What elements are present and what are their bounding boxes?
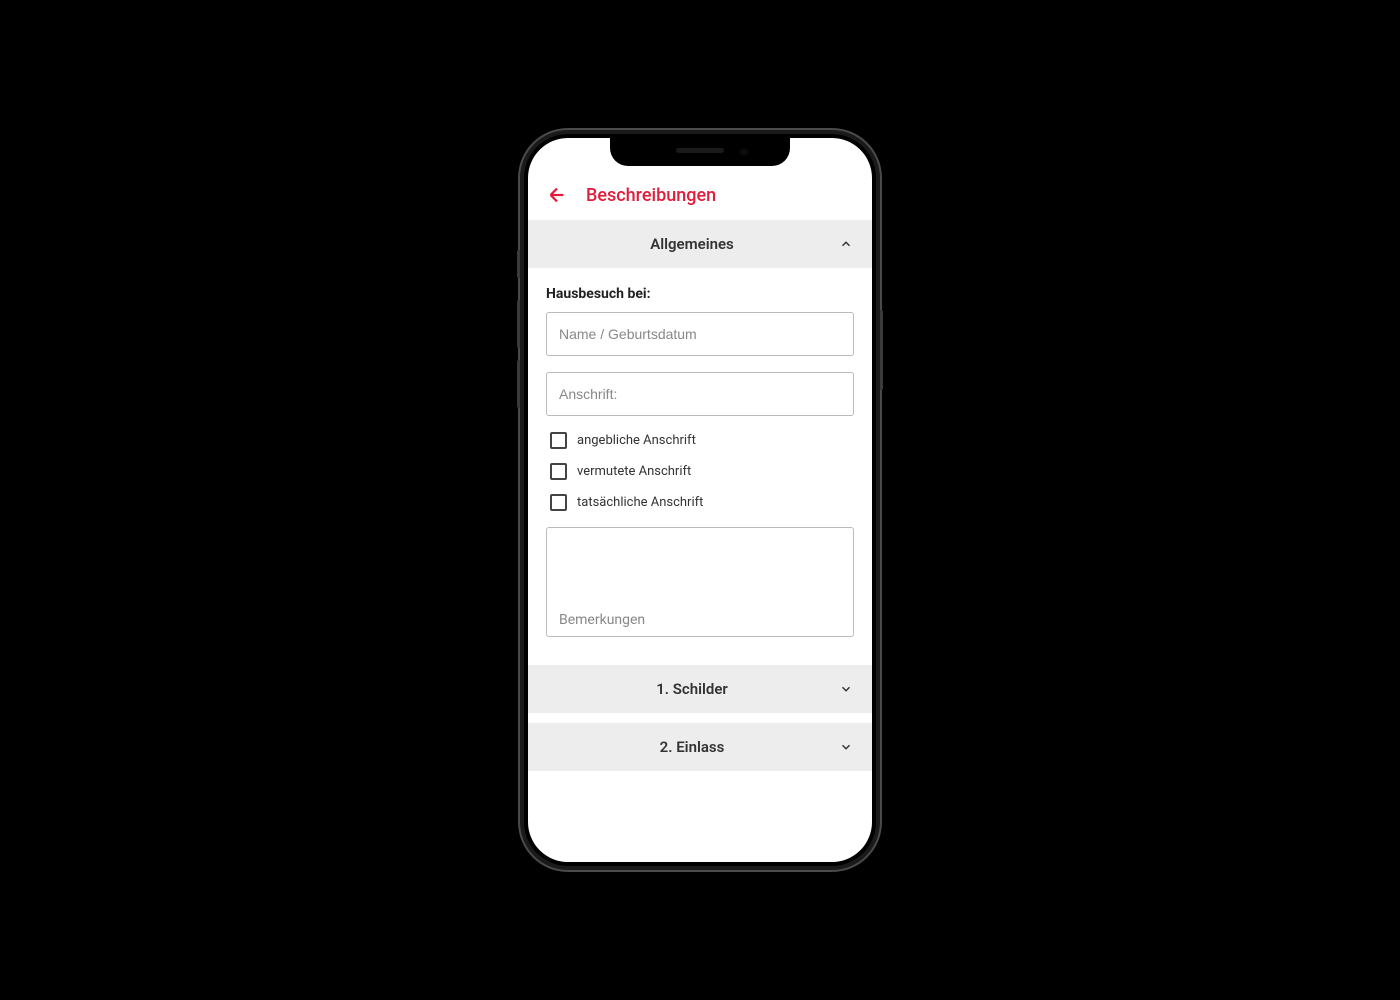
section-divider xyxy=(528,655,872,665)
checkbox-icon xyxy=(550,494,567,511)
checkbox-alleged-address[interactable]: angebliche Anschrift xyxy=(550,432,854,449)
section-einlass-header[interactable]: 2. Einlass xyxy=(528,723,872,771)
checkbox-suspected-address[interactable]: vermutete Anschrift xyxy=(550,463,854,480)
address-type-group: angebliche Anschrift vermutete Anschrift… xyxy=(546,432,854,511)
mute-switch xyxy=(517,250,520,278)
section-divider xyxy=(528,713,872,723)
remarks-placeholder: Bemerkungen xyxy=(559,612,645,628)
app-content: Beschreibungen Allgemeines xyxy=(528,138,872,862)
section-title: Allgemeines xyxy=(546,235,838,253)
checkbox-actual-address[interactable]: tatsächliche Anschrift xyxy=(550,494,854,511)
checkbox-icon xyxy=(550,432,567,449)
checkbox-label: angebliche Anschrift xyxy=(577,433,696,448)
checkbox-icon xyxy=(550,463,567,480)
section-allgemeines-header[interactable]: Allgemeines xyxy=(528,220,872,268)
checkbox-label: tatsächliche Anschrift xyxy=(577,495,703,510)
chevron-up-icon xyxy=(838,236,854,252)
section-schilder-header[interactable]: 1. Schilder xyxy=(528,665,872,713)
page-title: Beschreibungen xyxy=(586,185,716,206)
phone-frame: Beschreibungen Allgemeines xyxy=(520,130,880,870)
section-title: 1. Schilder xyxy=(546,680,838,698)
scroll-area[interactable]: Allgemeines Hausbesuch bei: xyxy=(528,220,872,862)
phone-notch xyxy=(610,138,790,166)
checkbox-label: vermutete Anschrift xyxy=(577,464,691,479)
volume-down-button xyxy=(517,360,520,408)
visit-label: Hausbesuch bei: xyxy=(546,286,854,302)
chevron-down-icon xyxy=(838,681,854,697)
back-button[interactable] xyxy=(546,184,568,206)
power-button xyxy=(880,310,883,390)
chevron-down-icon xyxy=(838,739,854,755)
volume-up-button xyxy=(517,300,520,348)
remarks-textarea[interactable]: Bemerkungen xyxy=(546,527,854,637)
name-birthdate-input[interactable] xyxy=(546,312,854,356)
section-title: 2. Einlass xyxy=(546,738,838,756)
arrow-left-icon xyxy=(546,184,568,206)
phone-screen: Beschreibungen Allgemeines xyxy=(528,138,872,862)
address-input[interactable] xyxy=(546,372,854,416)
app-header: Beschreibungen xyxy=(528,170,872,220)
phone-bezel: Beschreibungen Allgemeines xyxy=(524,134,876,866)
section-allgemeines-body: Hausbesuch bei: angebliche Anschrift xyxy=(528,268,872,655)
